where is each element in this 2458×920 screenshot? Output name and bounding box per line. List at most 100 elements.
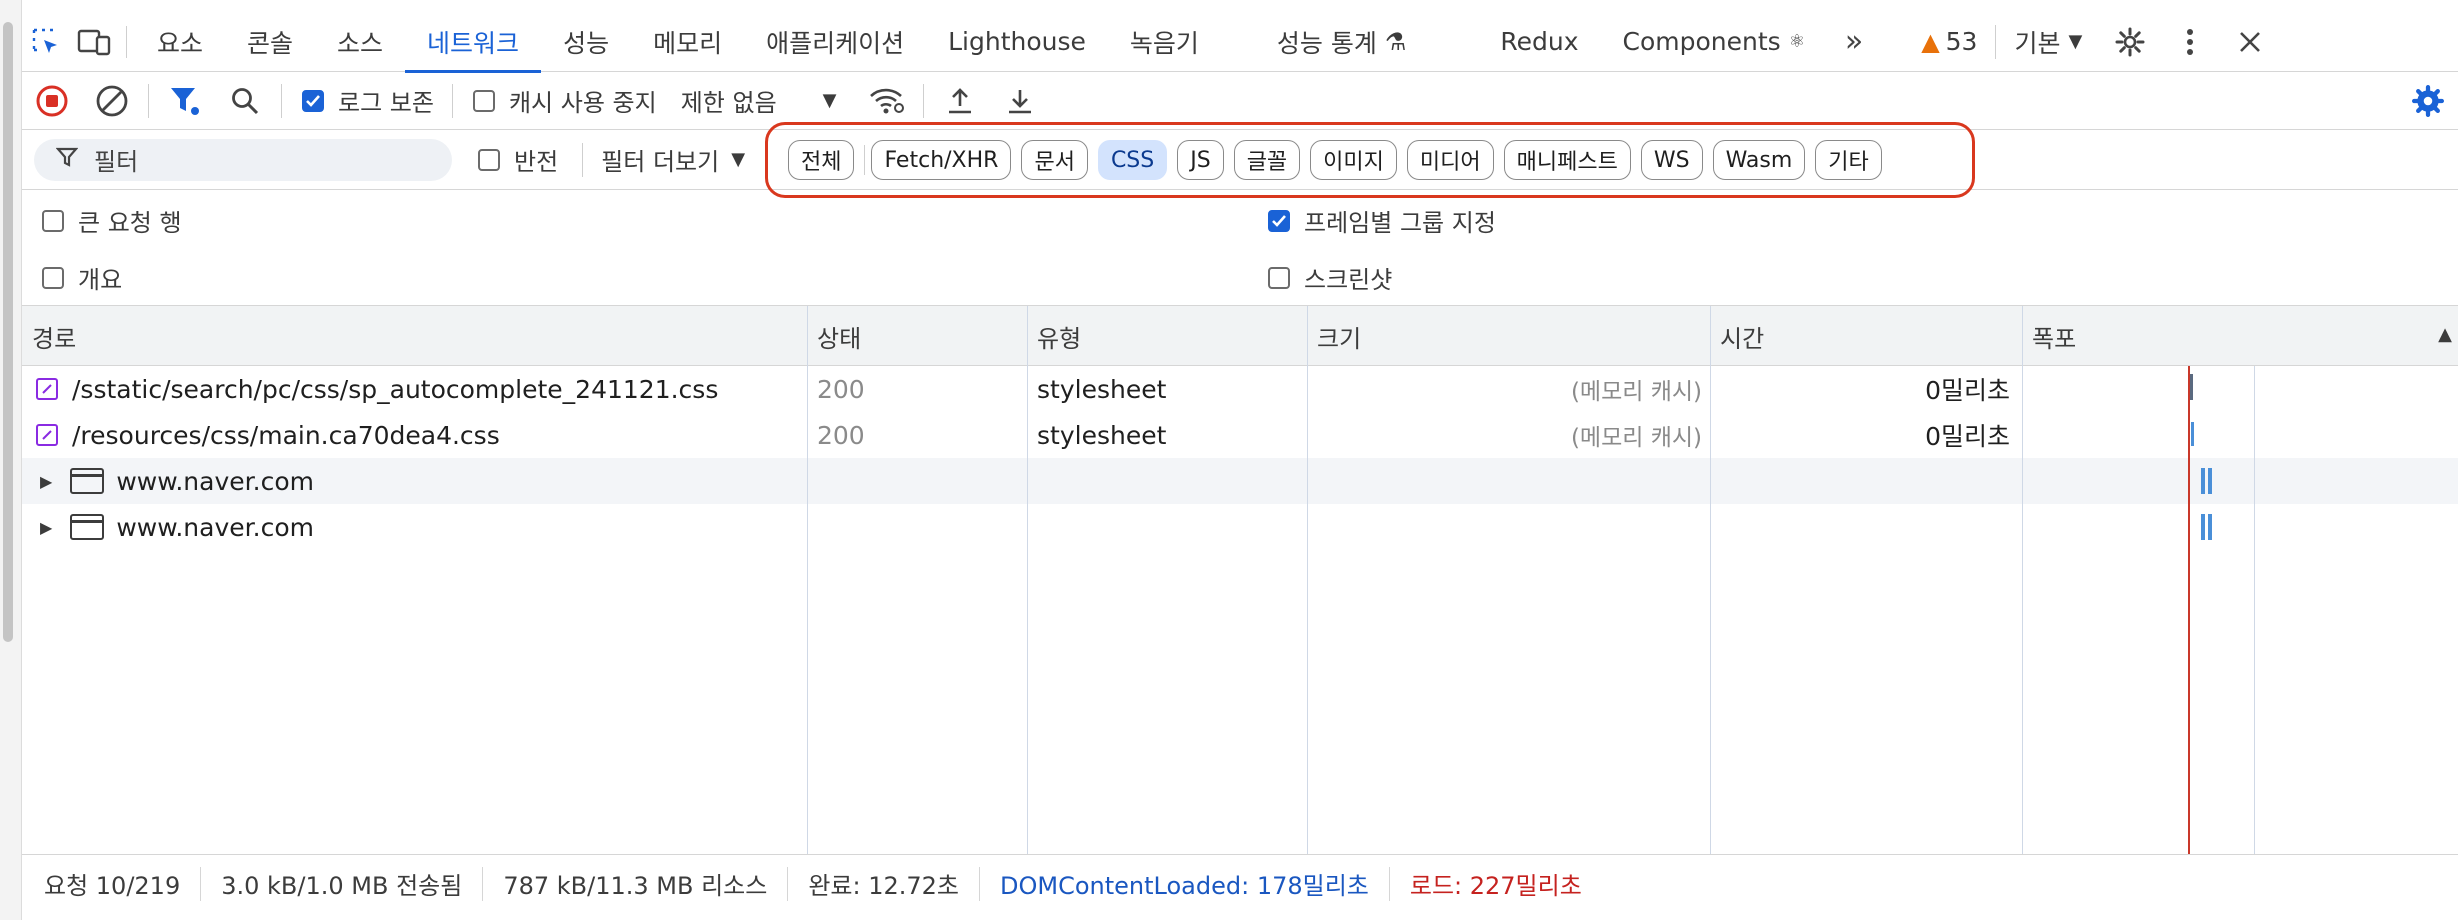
column-header-status[interactable]: 상태 [807, 306, 861, 366]
dom-content-loaded-time: DOMContentLoaded: 178밀리초 [980, 866, 1390, 901]
resource-type-filters: 전체 Fetch/XHR 문서 CSS JS 글꼴 이미지 미디어 매니페스트 … [788, 138, 1892, 182]
clear-icon[interactable] [82, 72, 142, 130]
react-atom-icon: ⚛ [1788, 31, 1805, 52]
throttling-dropdown[interactable]: 제한 없음 ▼ [681, 83, 837, 118]
column-header-name[interactable]: 경로 [22, 306, 76, 366]
search-icon[interactable] [215, 72, 275, 130]
gear-icon[interactable] [2100, 12, 2160, 72]
page-scrollbar[interactable] [0, 0, 22, 920]
type-filter-js[interactable]: JS [1177, 140, 1224, 180]
close-icon[interactable] [2220, 12, 2280, 72]
type-filter-doc[interactable]: 문서 [1021, 140, 1088, 180]
waterfall-bar [2201, 468, 2205, 494]
filter-input[interactable]: 필터 [34, 138, 452, 181]
tab-application[interactable]: 애플리케이션 [744, 12, 926, 72]
waterfall-bar [2208, 468, 2212, 494]
disable-cache-checkbox[interactable]: 캐시 사용 중지 [472, 83, 657, 118]
preserve-log-checkbox[interactable]: 로그 보존 [302, 83, 434, 118]
chip-label: 기타 [1828, 150, 1869, 175]
type-filter-all[interactable]: 전체 [788, 140, 855, 180]
checkbox-unchecked[interactable] [472, 89, 495, 112]
request-name-cell: /sstatic/search/pc/css/sp_autocomplete_2… [36, 366, 718, 412]
expand-triangle-icon[interactable]: ▶ [40, 518, 52, 537]
finish-time: 완료: 12.72초 [788, 866, 980, 901]
type-filter-css[interactable]: CSS [1097, 140, 1168, 180]
more-filters-dropdown[interactable]: 필터 더보기 ▼ [582, 142, 745, 177]
device-toolbar-icon[interactable] [70, 12, 118, 72]
more-filters-label: 필터 더보기 [601, 148, 720, 176]
export-har-download-icon[interactable] [990, 72, 1050, 130]
stop-recording-icon[interactable] [22, 72, 82, 130]
column-divider [1027, 306, 1028, 854]
tab-lighthouse[interactable]: Lighthouse [926, 12, 1108, 72]
screenshots-checkbox[interactable]: 스크린샷 [1268, 260, 1392, 295]
checkbox-unchecked[interactable] [1268, 266, 1290, 289]
type-filter-manifest[interactable]: 매니페스트 [1503, 140, 1631, 180]
tab-console[interactable]: 콘솔 [225, 12, 315, 72]
tab-network[interactable]: 네트워크 [405, 12, 542, 73]
network-settings-gear-icon[interactable] [2398, 72, 2458, 130]
column-header-time[interactable]: 시간 [1710, 306, 1764, 366]
column-header-size[interactable]: 크기 [1307, 306, 1361, 366]
table-row[interactable]: /sstatic/search/pc/css/sp_autocomplete_2… [22, 366, 2458, 412]
divider [922, 83, 924, 118]
tab-redux[interactable]: Redux [1428, 12, 1600, 72]
column-label: 유형 [1037, 324, 1082, 353]
column-label: 시간 [1720, 324, 1765, 353]
tab-sources[interactable]: 소스 [315, 12, 405, 72]
column-header-type[interactable]: 유형 [1027, 306, 1081, 366]
type-filter-wasm[interactable]: Wasm [1712, 140, 1806, 180]
expand-triangle-icon[interactable]: ▶ [40, 472, 52, 491]
checkbox-unchecked[interactable] [42, 209, 64, 232]
inspect-element-icon[interactable] [22, 12, 70, 72]
filter-placeholder: 필터 [94, 148, 139, 176]
tab-performance[interactable]: 성능 [541, 12, 631, 72]
column-divider [2022, 306, 2023, 854]
frame-group-row[interactable]: ▶ www.naver.com [22, 458, 2458, 504]
type-filter-font[interactable]: 글꼴 [1233, 140, 1301, 180]
tab-label: Lighthouse [948, 27, 1086, 56]
tab-memory[interactable]: 메모리 [631, 12, 744, 72]
table-row[interactable]: /resources/css/main.ca70dea4.css 200 sty… [22, 412, 2458, 458]
preset-dropdown[interactable]: 기본 ▼ [2014, 24, 2082, 60]
preset-label: 기본 [2014, 28, 2061, 58]
sort-ascending-icon[interactable]: ▲ [2438, 324, 2452, 345]
chip-label: 글꼴 [1246, 150, 1288, 175]
warning-triangle-icon: ▲ [1921, 27, 1940, 56]
column-label: 폭포 [2032, 324, 2077, 353]
type-filter-other[interactable]: 기타 [1815, 140, 1882, 180]
checkbox-unchecked[interactable] [478, 148, 500, 171]
column-header-waterfall[interactable]: 폭포 [2022, 306, 2076, 366]
scrollbar-thumb[interactable] [3, 22, 13, 642]
type-filter-img[interactable]: 이미지 [1310, 140, 1397, 180]
big-request-rows-checkbox[interactable]: 큰 요청 행 [42, 203, 182, 238]
caret-down-icon: ▼ [822, 90, 837, 111]
issues-counter[interactable]: ▲ 53 [1921, 27, 1977, 56]
tab-elements[interactable]: 요소 [135, 12, 225, 72]
tab-recorder[interactable]: 녹음기 [1108, 12, 1221, 72]
more-tabs-chevron-icon[interactable]: » [1827, 24, 1877, 59]
network-options: 큰 요청 행 개요 프레임별 그룹 지정 스크린샷 [22, 190, 2458, 306]
type-filter-media[interactable]: 미디어 [1406, 140, 1494, 180]
overview-checkbox[interactable]: 개요 [42, 260, 122, 295]
divider [451, 83, 453, 118]
more-options-kebab-icon[interactable] [2160, 12, 2220, 72]
waterfall-bar [2208, 514, 2212, 540]
tab-label: 성능 [563, 28, 610, 58]
type-filter-ws[interactable]: WS [1640, 140, 1703, 180]
filter-funnel-icon[interactable] [155, 72, 215, 130]
checkbox-checked[interactable] [1268, 209, 1290, 232]
import-har-upload-icon[interactable] [930, 72, 990, 130]
network-conditions-wifi-icon[interactable] [857, 72, 917, 130]
tab-components[interactable]: Components ⚛ [1601, 12, 1827, 72]
invert-checkbox[interactable]: 반전 [478, 142, 558, 177]
checkbox-checked[interactable] [302, 89, 324, 112]
tab-performance-insights[interactable]: 성능 통계 ⚗ [1221, 12, 1428, 72]
frame-group-row[interactable]: ▶ www.naver.com [22, 504, 2458, 550]
css-file-icon [36, 378, 58, 400]
checkbox-unchecked[interactable] [42, 266, 64, 289]
waterfall-gridline [2254, 366, 2255, 854]
divider [148, 83, 149, 118]
group-by-frame-checkbox[interactable]: 프레임별 그룹 지정 [1268, 203, 1496, 238]
type-filter-fetch-xhr[interactable]: Fetch/XHR [871, 140, 1012, 180]
